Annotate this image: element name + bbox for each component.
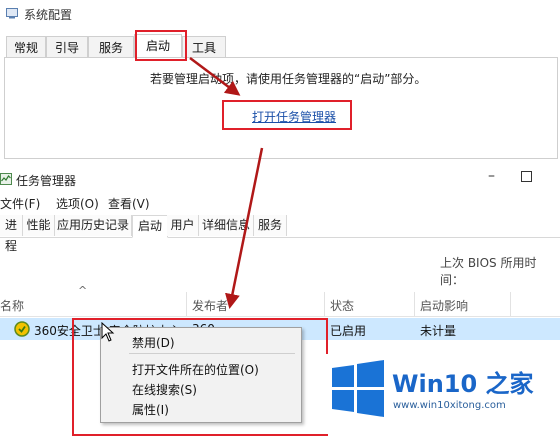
tab-general[interactable]: 常规 xyxy=(6,36,46,59)
system-config-tabbar: 常规 引导 服务 启动 工具 xyxy=(0,32,560,59)
tab-details[interactable]: 详细信息 xyxy=(199,215,254,236)
watermark-url: www.win10xitong.com xyxy=(393,400,506,411)
windows-logo-icon xyxy=(332,360,384,417)
menu-options[interactable]: 选项(O) xyxy=(56,195,99,212)
menu-view[interactable]: 查看(V) xyxy=(108,195,150,212)
column-name[interactable]: 名称 xyxy=(0,297,24,314)
column-header-row: 名称 发布者 状态 启动影响 xyxy=(0,294,560,317)
watermark-brand: Win10 之家 xyxy=(392,370,534,398)
system-config-titlebar: 系统配置 xyxy=(0,0,560,28)
column-divider[interactable] xyxy=(414,292,415,316)
task-manager-titlebar: 任务管理器 – xyxy=(0,167,560,193)
context-menu-highlight xyxy=(72,318,328,436)
minimize-icon[interactable]: – xyxy=(488,168,495,184)
task-manager-app-icon xyxy=(0,173,12,185)
task-manager-title: 任务管理器 xyxy=(16,174,77,188)
column-publisher[interactable]: 发布者 xyxy=(192,297,228,314)
bios-time-label: 上次 BIOS 所用时间： xyxy=(440,256,537,287)
column-startup-impact[interactable]: 启动影响 xyxy=(420,297,468,314)
task-manager-menubar: 文件(F) 选项(O) 查看(V) xyxy=(0,193,560,213)
task-manager-tabbar: 进程 性能 应用历史记录 启动 用户 详细信息 服务 xyxy=(0,215,560,253)
shield-icon xyxy=(14,321,30,337)
row-startup-impact: 未计量 xyxy=(420,324,457,338)
system-config-app-icon xyxy=(6,8,18,19)
tab-tools[interactable]: 工具 xyxy=(182,36,226,59)
tab-services[interactable]: 服务 xyxy=(254,215,287,236)
open-link-highlight xyxy=(222,100,352,130)
column-divider[interactable] xyxy=(186,292,187,316)
row-status: 已启用 xyxy=(330,324,367,338)
startup-tab-highlight xyxy=(135,30,187,61)
tab-startup[interactable]: 启动 xyxy=(132,215,168,238)
column-divider[interactable] xyxy=(324,292,325,316)
menu-file[interactable]: 文件(F) xyxy=(0,195,40,212)
tab-processes[interactable]: 进程 xyxy=(0,215,23,253)
startup-hint-text: 若要管理启动项，请使用任务管理器的“启动”部分。 xyxy=(150,72,427,86)
column-status[interactable]: 状态 xyxy=(330,297,354,314)
column-divider[interactable] xyxy=(510,292,511,316)
maximize-icon[interactable] xyxy=(521,171,532,182)
tab-boot[interactable]: 引导 xyxy=(46,36,88,59)
tab-users[interactable]: 用户 xyxy=(167,215,199,236)
tab-app-history[interactable]: 应用历史记录 xyxy=(55,215,132,236)
tab-performance[interactable]: 性能 xyxy=(23,215,55,236)
tab-services[interactable]: 服务 xyxy=(88,36,134,59)
system-config-title: 系统配置 xyxy=(24,8,73,22)
